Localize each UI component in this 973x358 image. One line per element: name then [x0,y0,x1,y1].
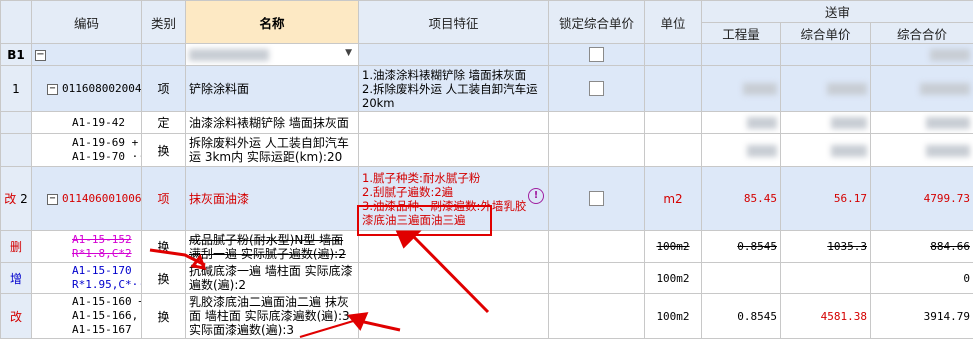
code-cell[interactable]: 011608002004 [62,82,141,95]
unit-cell[interactable]: m2 [644,166,702,231]
header-review: 送审 [701,0,973,23]
collapse-icon[interactable]: − [35,49,46,61]
type-cell[interactable]: 定 [141,111,186,134]
code-cell[interactable]: A1-19-69 + A1-19-70 ··· [31,133,142,167]
header-code[interactable]: 编码 [31,0,142,44]
blurred-text [827,83,867,95]
status-badge: 增 [0,262,32,294]
header-unit[interactable]: 单位 [644,0,702,44]
name-dropdown[interactable]: ▼ [185,43,359,66]
name-cell[interactable]: 铲除涂料面 [185,65,359,112]
total-cell[interactable]: 3914.79 [870,293,973,339]
name-cell[interactable]: 抗碱底漆一遍 墙柱面 实际底漆遍数(遍):2 [185,262,359,294]
bill-table: 编码 类别 名称 项目特征 锁定综合单价 单位 送审 工程量 综合单价 综合合价… [0,0,973,339]
status-badge: 改 [0,293,32,339]
unit-price-cell[interactable]: 4581.38 [780,293,871,339]
blurred-text [747,144,777,157]
unit-price-cell[interactable]: 56.17 [780,166,871,231]
type-cell[interactable]: 项 [141,166,186,231]
qty-cell[interactable]: 0.8545 [701,230,781,263]
blurred-text [920,83,970,95]
unit-cell[interactable]: 100m2 [644,262,702,294]
header-unit-price[interactable]: 综合单价 [780,22,871,44]
total-cell[interactable]: 0 [870,262,973,294]
code-cell[interactable]: A1-15-160 + A1-15-166, + A1-15-167 [31,293,142,339]
header-lock-price[interactable]: 锁定综合单价 [548,0,645,44]
code-cell[interactable]: 011406001006 [62,192,141,205]
status-badge: 删 [0,230,32,263]
type-cell[interactable]: 项 [141,65,186,112]
type-cell[interactable]: 换 [141,293,186,339]
name-cell[interactable]: 抹灰面油漆 [185,166,359,231]
row-number: 2 [20,192,28,206]
type-cell[interactable]: 换 [141,133,186,167]
lock-checkbox[interactable] [589,47,604,62]
chevron-down-icon[interactable]: ▼ [345,48,352,58]
table-row-b1[interactable]: B1 − ▼ [0,43,973,66]
status-badge: 改 [4,192,17,206]
qty-cell[interactable]: 85.45 [701,166,781,231]
lock-checkbox[interactable] [589,191,604,206]
feature-cell[interactable]: 1.油漆涂料裱糊铲除 墙面抹灰面 2.拆除废料外运 人工装自卸汽车运20km [358,65,549,112]
blurred-text [831,144,867,157]
header-feature[interactable]: 项目特征 [358,0,549,44]
table-row[interactable]: 1 −011608002004 项 铲除涂料面 1.油漆涂料裱糊铲除 墙面抹灰面… [0,65,973,112]
total-cell[interactable]: 884.66 [870,230,973,263]
unit-price-cell[interactable]: 1035.3 [780,230,871,263]
table-row[interactable]: 改 A1-15-160 + A1-15-166, + A1-15-167 换 乳… [0,293,973,339]
code-cell[interactable]: A1-15-170 R*1.95,C*··· [31,262,142,294]
blurred-text [926,117,970,129]
unit-cell[interactable]: 100m2 [644,293,702,339]
header-name[interactable]: 名称 [185,0,359,44]
row-label: B1 [0,43,32,66]
highlight-box [357,205,492,236]
blurred-text [743,83,777,95]
header-total[interactable]: 综合合价 [870,22,973,44]
table-row[interactable]: 增 A1-15-170 R*1.95,C*··· 换 抗碱底漆一遍 墙柱面 实际… [0,262,973,294]
name-cell[interactable]: 拆除废料外运 人工装自卸汽车运 3km内 实际运距(km):20 [185,133,359,167]
code-cell[interactable]: A1-15-152 R*1.8,C*2 [31,230,142,263]
lock-checkbox[interactable] [589,81,604,96]
row-number: 1 [0,65,32,112]
unit-cell[interactable]: 100m2 [644,230,702,263]
blurred-text [189,49,269,61]
table-row[interactable]: A1-19-42 定 油漆涂料裱糊铲除 墙面抹灰面 [0,111,973,134]
warning-icon[interactable]: ! [528,188,544,204]
name-cell[interactable]: 成品腻子粉(耐水型)N型 墙面满刮一遍 实际腻子遍数(遍):2 [185,230,359,263]
table-row[interactable]: A1-19-69 + A1-19-70 ··· 换 拆除废料外运 人工装自卸汽车… [0,133,973,167]
name-cell[interactable]: 油漆涂料裱糊铲除 墙面抹灰面 [185,111,359,134]
type-cell[interactable]: 换 [141,262,186,294]
code-cell[interactable]: A1-19-42 [31,111,142,134]
blurred-text [930,49,970,61]
blurred-text [926,144,970,157]
qty-cell[interactable]: 0.8545 [701,293,781,339]
tree-cell: − [31,43,142,66]
total-cell[interactable]: 4799.73 [870,166,973,231]
collapse-icon[interactable]: − [47,83,58,95]
header-type[interactable]: 类别 [141,0,186,44]
header-qty[interactable]: 工程量 [701,22,781,44]
corner-header [0,0,32,44]
blurred-text [747,117,777,129]
blurred-text [831,117,867,129]
name-cell[interactable]: 乳胶漆底油二遍面油二遍 抹灰面 墙柱面 实际底漆遍数(遍):3 实际面漆遍数(遍… [185,293,359,339]
type-cell[interactable]: 换 [141,230,186,263]
collapse-icon[interactable]: − [47,193,58,205]
